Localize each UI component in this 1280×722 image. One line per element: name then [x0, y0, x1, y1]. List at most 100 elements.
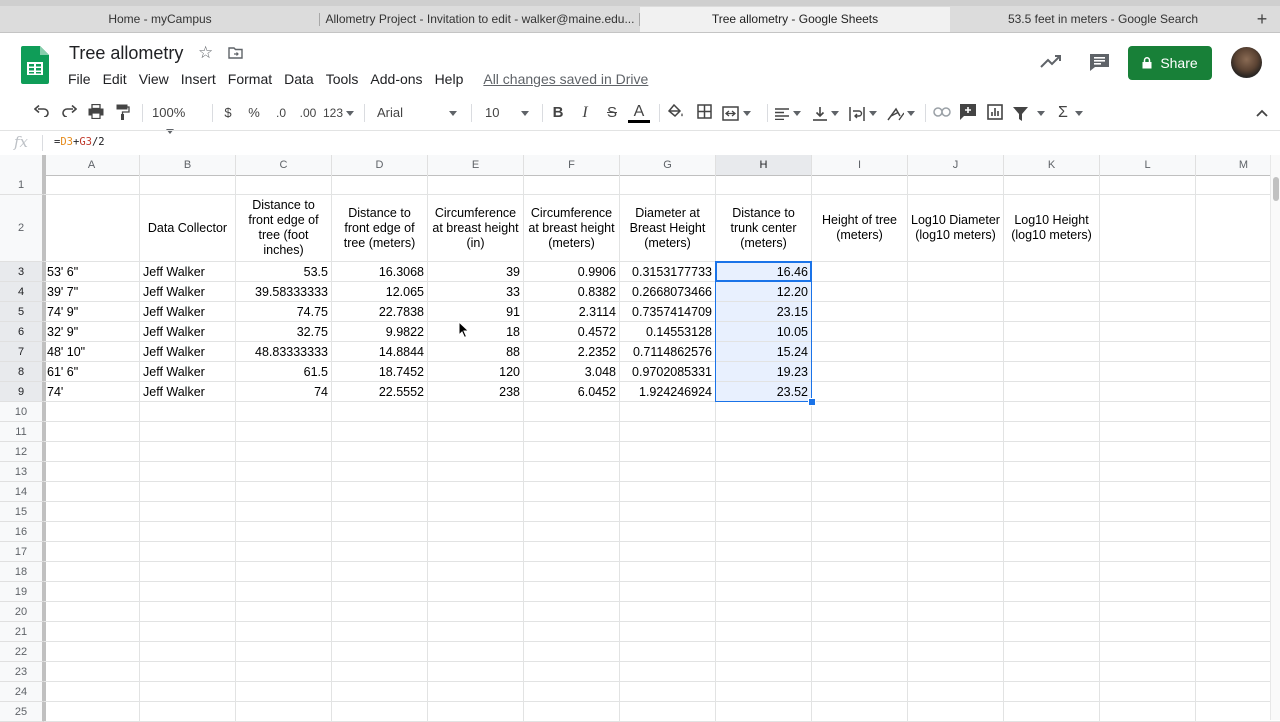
- cell-d19[interactable]: [332, 582, 428, 602]
- cell-d16[interactable]: [332, 522, 428, 542]
- cell-m13[interactable]: [1196, 462, 1280, 482]
- cell-j17[interactable]: [908, 542, 1004, 562]
- cell-h6[interactable]: 10.05: [716, 322, 812, 342]
- cell-f7[interactable]: 2.2352: [524, 342, 620, 362]
- cell-a3[interactable]: 53' 6": [44, 262, 140, 282]
- cell-k15[interactable]: [1004, 502, 1100, 522]
- cell-m14[interactable]: [1196, 482, 1280, 502]
- cell-h2[interactable]: Distance to trunk center (meters): [716, 195, 812, 262]
- cell-b18[interactable]: [140, 562, 236, 582]
- cell-l22[interactable]: [1100, 642, 1196, 662]
- cell-k7[interactable]: [1004, 342, 1100, 362]
- cell-g19[interactable]: [620, 582, 716, 602]
- cell-a17[interactable]: [44, 542, 140, 562]
- cell-i4[interactable]: [812, 282, 908, 302]
- cell-j2[interactable]: Log10 Diameter (log10 meters): [908, 195, 1004, 262]
- cell-i15[interactable]: [812, 502, 908, 522]
- cell-j5[interactable]: [908, 302, 1004, 322]
- fill-handle[interactable]: [808, 398, 816, 406]
- cell-l20[interactable]: [1100, 602, 1196, 622]
- cell-c25[interactable]: [236, 702, 332, 722]
- cell-i10[interactable]: [812, 402, 908, 422]
- currency-format-button[interactable]: $: [220, 104, 236, 122]
- cell-m8[interactable]: [1196, 362, 1280, 382]
- row-header-25[interactable]: 25: [0, 702, 46, 722]
- cell-c15[interactable]: [236, 502, 332, 522]
- cell-j13[interactable]: [908, 462, 1004, 482]
- cell-m4[interactable]: [1196, 282, 1280, 302]
- row-header-10[interactable]: 10: [0, 402, 46, 422]
- cell-c24[interactable]: [236, 682, 332, 702]
- cell-k16[interactable]: [1004, 522, 1100, 542]
- cell-e23[interactable]: [428, 662, 524, 682]
- cell-l5[interactable]: [1100, 302, 1196, 322]
- cell-d4[interactable]: 12.065: [332, 282, 428, 302]
- cell-c23[interactable]: [236, 662, 332, 682]
- print-icon[interactable]: [87, 103, 105, 122]
- cell-i12[interactable]: [812, 442, 908, 462]
- cell-a14[interactable]: [44, 482, 140, 502]
- cell-i18[interactable]: [812, 562, 908, 582]
- move-to-folder-icon[interactable]: [228, 46, 243, 59]
- cell-m2[interactable]: [1196, 195, 1280, 262]
- cell-h11[interactable]: [716, 422, 812, 442]
- cell-c4[interactable]: 39.58333333: [236, 282, 332, 302]
- cell-a25[interactable]: [44, 702, 140, 722]
- cell-c9[interactable]: 74: [236, 382, 332, 402]
- cell-a8[interactable]: 61' 6": [44, 362, 140, 382]
- cell-e4[interactable]: 33: [428, 282, 524, 302]
- cell-g2[interactable]: Diameter at Breast Height (meters): [620, 195, 716, 262]
- column-header-k[interactable]: K: [1004, 155, 1100, 175]
- cell-h8[interactable]: 19.23: [716, 362, 812, 382]
- cell-c7[interactable]: 48.83333333: [236, 342, 332, 362]
- cell-c1[interactable]: [236, 175, 332, 195]
- cell-g23[interactable]: [620, 662, 716, 682]
- cell-l11[interactable]: [1100, 422, 1196, 442]
- cell-g21[interactable]: [620, 622, 716, 642]
- row-header-12[interactable]: 12: [0, 442, 46, 462]
- cell-a12[interactable]: [44, 442, 140, 462]
- column-header-i[interactable]: I: [812, 155, 908, 175]
- cell-f15[interactable]: [524, 502, 620, 522]
- scrollbar-thumb[interactable]: [1273, 177, 1279, 201]
- browser-tab-tree-allometry[interactable]: Tree allometry - Google Sheets: [640, 7, 950, 32]
- cell-d6[interactable]: 9.9822: [332, 322, 428, 342]
- cell-b10[interactable]: [140, 402, 236, 422]
- column-header-a[interactable]: A: [44, 155, 140, 175]
- cell-k9[interactable]: [1004, 382, 1100, 402]
- more-formats-select[interactable]: 123: [323, 104, 357, 122]
- cell-d5[interactable]: 22.7838: [332, 302, 428, 322]
- cell-l12[interactable]: [1100, 442, 1196, 462]
- cell-b21[interactable]: [140, 622, 236, 642]
- cell-f12[interactable]: [524, 442, 620, 462]
- cell-h23[interactable]: [716, 662, 812, 682]
- cell-g3[interactable]: 0.3153177733: [620, 262, 716, 282]
- cell-g17[interactable]: [620, 542, 716, 562]
- cell-j18[interactable]: [908, 562, 1004, 582]
- cell-f25[interactable]: [524, 702, 620, 722]
- activity-trend-icon[interactable]: [1040, 53, 1062, 69]
- text-color-button[interactable]: A: [628, 104, 650, 123]
- cell-i16[interactable]: [812, 522, 908, 542]
- cell-m7[interactable]: [1196, 342, 1280, 362]
- cell-e20[interactable]: [428, 602, 524, 622]
- fill-color-icon[interactable]: [667, 103, 685, 122]
- cell-c18[interactable]: [236, 562, 332, 582]
- insert-link-icon[interactable]: [932, 104, 952, 122]
- cell-l10[interactable]: [1100, 402, 1196, 422]
- cell-b16[interactable]: [140, 522, 236, 542]
- cell-c22[interactable]: [236, 642, 332, 662]
- cell-i14[interactable]: [812, 482, 908, 502]
- cell-h1[interactable]: [716, 175, 812, 195]
- cell-b11[interactable]: [140, 422, 236, 442]
- cell-b17[interactable]: [140, 542, 236, 562]
- cell-f22[interactable]: [524, 642, 620, 662]
- text-wrapping-icon[interactable]: [849, 104, 881, 122]
- cell-e19[interactable]: [428, 582, 524, 602]
- cell-k23[interactable]: [1004, 662, 1100, 682]
- cell-h10[interactable]: [716, 402, 812, 422]
- cell-g14[interactable]: [620, 482, 716, 502]
- menu-add-ons[interactable]: Add-ons: [364, 69, 428, 89]
- cell-e11[interactable]: [428, 422, 524, 442]
- cell-g18[interactable]: [620, 562, 716, 582]
